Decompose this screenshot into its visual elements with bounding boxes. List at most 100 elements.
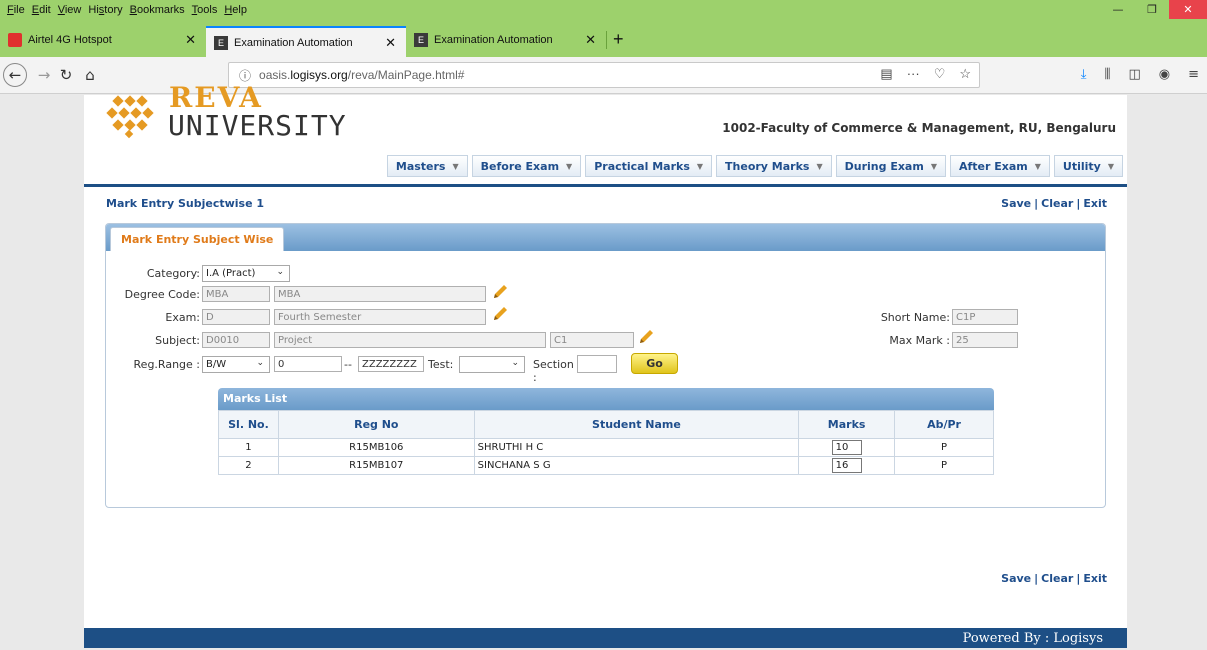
pencil-edit-icon[interactable]	[637, 328, 655, 346]
menu-before-exam[interactable]: Before Exam ▼	[471, 155, 582, 177]
short-name-label: Short Name:	[880, 311, 950, 324]
subject-name-field[interactable]: Project	[274, 332, 546, 348]
degree-code-field[interactable]: MBA	[202, 286, 270, 302]
cell-reg: R15MB106	[277, 438, 475, 457]
exam-code-field[interactable]: D	[202, 309, 270, 325]
tab-mark-entry-subject-wise[interactable]: Mark Entry Subject Wise	[110, 227, 285, 251]
go-button[interactable]: Go	[631, 353, 678, 374]
menu-theory-marks[interactable]: Theory Marks ▼	[716, 155, 832, 177]
section-input[interactable]	[577, 355, 617, 373]
clear-link[interactable]: Clear	[1041, 572, 1073, 585]
menu-view[interactable]: View	[58, 4, 82, 16]
caret-down-icon: ▼	[816, 161, 823, 171]
sidebar-icon[interactable]: ◫	[1128, 67, 1140, 82]
airtel-favicon-icon	[8, 32, 22, 47]
menu-help[interactable]: Help	[224, 4, 247, 16]
back-arrow-icon[interactable]: ←	[3, 63, 27, 87]
tab-close-icon[interactable]: ✕	[585, 32, 596, 48]
reg-range-separator: --	[344, 358, 352, 371]
save-link[interactable]: Save	[1001, 572, 1031, 585]
exit-link[interactable]: Exit	[1083, 572, 1107, 585]
category-select[interactable]: I.A (Pract) ⌄	[202, 265, 290, 282]
header-divider	[84, 184, 1127, 187]
short-name-field[interactable]: C1P	[952, 309, 1018, 325]
top-actions: Save | Clear | Exit	[1001, 197, 1107, 210]
clear-link[interactable]: Clear	[1041, 197, 1073, 210]
exit-link[interactable]: Exit	[1083, 197, 1107, 210]
reg-range-select[interactable]: B/W ⌄	[202, 356, 270, 373]
reg-from-input[interactable]: 0	[274, 356, 342, 372]
menu-file[interactable]: File	[7, 4, 25, 16]
test-select[interactable]: ⌄	[459, 356, 525, 373]
caret-down-icon: ▼	[566, 161, 573, 171]
bookmark-star-icon[interactable]: ☆	[959, 66, 971, 82]
pencil-edit-icon[interactable]	[491, 283, 509, 301]
cell-abpr: P	[894, 438, 994, 457]
col-sl-no: Sl. No.	[218, 410, 279, 439]
tab-label: Examination Automation	[234, 36, 353, 49]
menu-utility[interactable]: Utility ▼	[1053, 155, 1123, 177]
account-icon[interactable]: ◉	[1159, 67, 1170, 82]
menu-edit[interactable]: Edit	[32, 4, 51, 16]
site-favicon-icon: E	[214, 35, 228, 50]
caret-down-icon: ▼	[930, 161, 937, 171]
cell-abpr: P	[894, 456, 994, 475]
browser-tab-exam[interactable]: E Examination Automation ✕	[406, 26, 606, 53]
marks-input[interactable]: 10	[831, 440, 862, 455]
url-bar[interactable]: ⓘ oasis.logisys.org/reva/MainPage.html# …	[228, 62, 980, 88]
restore-icon[interactable]: ❐	[1135, 0, 1169, 19]
category-label: Category:	[146, 267, 200, 280]
exam-name-field[interactable]: Fourth Semester	[274, 309, 486, 325]
table-row: 1 R15MB106 SHRUTHI H C 10 P	[218, 438, 994, 457]
url-text: oasis.logisys.org/reva/MainPage.html#	[259, 68, 465, 82]
toolbar-icons: ⤓ ⫼ ◫ ◉ ≡	[1081, 67, 1199, 82]
download-icon[interactable]: ⤓	[1081, 67, 1087, 82]
page-actions-icon[interactable]: ···	[907, 66, 920, 82]
reader-view-icon[interactable]: ▤	[880, 66, 892, 82]
pocket-icon[interactable]: ♡	[934, 66, 946, 82]
cell-reg: R15MB107	[277, 456, 475, 475]
browser-tab-airtel[interactable]: Airtel 4G Hotspot ✕	[0, 26, 206, 53]
menu-tools[interactable]: Tools	[192, 4, 218, 16]
forward-arrow-icon[interactable]: →	[32, 63, 56, 87]
menu-masters[interactable]: Masters ▼	[386, 155, 468, 177]
menu-bookmarks[interactable]: Bookmarks	[130, 4, 185, 16]
menu-practical-marks[interactable]: Practical Marks ▼	[585, 155, 713, 177]
cell-name: SINCHANA S G	[473, 456, 800, 475]
menu-after-exam[interactable]: After Exam ▼	[949, 155, 1050, 177]
degree-code-label: Degree Code:	[124, 288, 200, 301]
caret-down-icon: ▼	[696, 161, 704, 171]
save-link[interactable]: Save	[1001, 197, 1031, 210]
new-tab-button[interactable]: +	[607, 26, 631, 53]
tab-label: Examination Automation	[434, 33, 553, 46]
max-mark-field[interactable]: 25	[952, 332, 1018, 348]
window-controls: — ❐ ✕	[1101, 0, 1207, 19]
browser-tab-active[interactable]: E Examination Automation ✕	[206, 26, 406, 57]
section-label: Section :	[533, 358, 574, 384]
tab-close-icon[interactable]: ✕	[385, 35, 396, 51]
reload-icon[interactable]: ↻	[54, 63, 78, 87]
reg-to-input[interactable]: ZZZZZZZZ	[358, 356, 424, 372]
tab-close-icon[interactable]: ✕	[185, 32, 196, 48]
chevron-down-icon: ⌄	[511, 358, 519, 368]
page-title: Mark Entry Subjectwise 1	[106, 197, 265, 210]
bottom-actions: Save | Clear | Exit	[1001, 572, 1107, 585]
col-marks: Marks	[798, 410, 896, 439]
col-reg-no: Reg No	[277, 410, 475, 439]
caret-down-icon: ▼	[452, 161, 459, 171]
hamburger-menu-icon[interactable]: ≡	[1188, 67, 1199, 82]
main-menu: Masters ▼ Before Exam ▼ Practical Marks ▼ T…	[386, 155, 1123, 177]
browser-menubar: File Edit View History Bookmarks Tools H…	[0, 0, 1207, 19]
pencil-edit-icon[interactable]	[491, 305, 509, 323]
library-icon[interactable]: ⫼	[1104, 67, 1110, 82]
subject-short-field[interactable]: C1	[550, 332, 634, 348]
degree-name-field[interactable]: MBA	[274, 286, 486, 302]
close-window-icon[interactable]: ✕	[1169, 0, 1207, 19]
browser-tabbar: Airtel 4G Hotspot ✕ E Examination Automa…	[0, 19, 1207, 57]
marks-input[interactable]: 16	[831, 458, 862, 473]
subject-code-field[interactable]: D0010	[202, 332, 270, 348]
home-icon[interactable]: ⌂	[78, 63, 102, 87]
minimize-icon[interactable]: —	[1101, 0, 1135, 19]
menu-history[interactable]: History	[88, 4, 122, 16]
menu-during-exam[interactable]: During Exam ▼	[835, 155, 946, 177]
